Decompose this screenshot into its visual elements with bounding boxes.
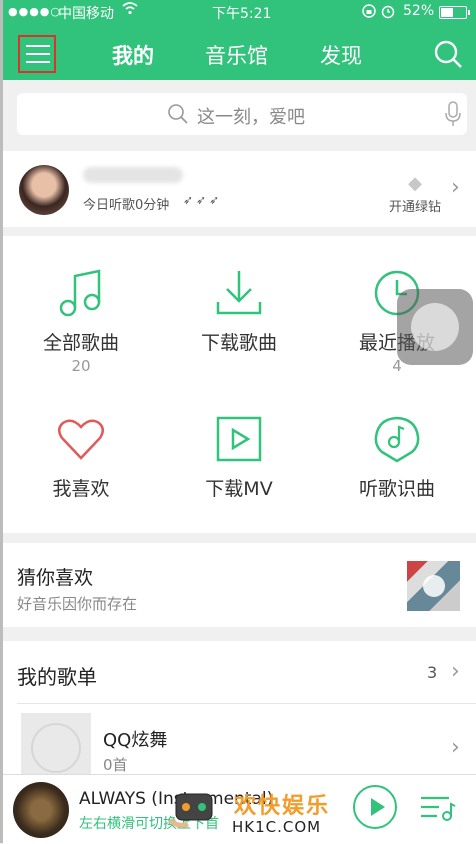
- song-recognition-icon: [372, 416, 422, 468]
- my-playlists-section: 我的歌单 3 › QQ炫舞 0首 ›: [3, 641, 476, 783]
- battery-percent: 52%: [403, 3, 435, 19]
- grid-label: 听歌识曲: [358, 478, 435, 500]
- assistive-touch-button[interactable]: [397, 289, 473, 365]
- tab-discover[interactable]: 发现: [320, 40, 362, 70]
- battery-icon: [439, 6, 470, 19]
- download-icon: [214, 271, 264, 322]
- mv-icon: [214, 416, 264, 468]
- grid-item-song-recognition[interactable]: 听歌识曲: [327, 414, 467, 501]
- level-rockets-icon: ➶➶➶: [183, 193, 223, 207]
- wifi-icon: [122, 1, 138, 19]
- status-bar: ●●●●○ 中国移动 下午5:21 52%: [0, 0, 476, 24]
- carrier-name: 中国移动: [58, 6, 114, 22]
- search-placeholder: 这一刻，爱吧: [197, 107, 305, 128]
- app-header: ●●●●○ 中国移动 下午5:21 52% 我的 音乐馆 发现: [0, 0, 476, 80]
- guess-thumbnail[interactable]: [407, 561, 460, 611]
- playlist-name: QQ炫舞: [103, 730, 168, 751]
- search-bar-container: 这一刻，爱吧: [3, 80, 476, 150]
- avatar[interactable]: [19, 165, 69, 215]
- watermark-url: HK1C.COM: [232, 818, 322, 836]
- grid-label: 全部歌曲: [42, 332, 119, 354]
- today-listen-time: 今日听歌0分钟: [83, 198, 170, 213]
- menu-button[interactable]: [18, 35, 56, 73]
- watermark-logo: [168, 790, 220, 830]
- grid-label: 下载MV: [205, 478, 273, 500]
- watermark-text: 欢快娱乐: [234, 794, 331, 819]
- music-note-icon: [56, 269, 106, 322]
- lock-rotation-icon: [362, 3, 398, 23]
- search-icon: [167, 103, 189, 129]
- search-icon[interactable]: [433, 39, 463, 69]
- grid-label: 下载歌曲: [200, 332, 277, 354]
- grid-count: 20: [71, 357, 91, 375]
- heart-icon: [56, 419, 106, 468]
- guess-title: 猜你喜欢: [17, 567, 94, 589]
- playlist-cover: [21, 713, 91, 783]
- microphone-icon[interactable]: [445, 101, 461, 131]
- guess-subtitle: 好音乐因你而存在: [17, 595, 138, 613]
- now-playing-cover[interactable]: [13, 782, 69, 838]
- playlist-queue-icon[interactable]: [419, 793, 457, 827]
- grid-item-downloaded-mv[interactable]: 下载MV: [169, 414, 309, 501]
- vip-upgrade-button[interactable]: ◆ 开通绿钻: [385, 173, 445, 215]
- profile-card[interactable]: 今日听歌0分钟 ➶➶➶ ◆ 开通绿钻 ›: [3, 151, 476, 227]
- chevron-right-icon[interactable]: ›: [451, 659, 460, 684]
- left-edge-divider: [0, 0, 3, 843]
- diamond-icon: ◆: [408, 173, 422, 194]
- my-music-grid: 全部歌曲 20 下载歌曲 最近播放 4 我喜欢 下载MV 听歌识曲: [3, 236, 476, 533]
- grid-label: 我喜欢: [52, 478, 110, 500]
- playlists-title: 我的歌单: [17, 665, 97, 689]
- playlists-count[interactable]: 3: [427, 663, 437, 682]
- play-button[interactable]: [353, 785, 397, 829]
- divider: [17, 703, 476, 704]
- tab-my[interactable]: 我的: [112, 40, 154, 70]
- signal-strength: ●●●●○: [8, 5, 61, 18]
- tab-music-hall[interactable]: 音乐馆: [205, 40, 268, 70]
- username-blurred: [83, 167, 183, 183]
- status-time: 下午5:21: [212, 6, 272, 22]
- grid-item-all-songs[interactable]: 全部歌曲 20: [11, 268, 151, 375]
- guess-you-like-card[interactable]: 猜你喜欢 好音乐因你而存在: [3, 543, 476, 627]
- search-input[interactable]: 这一刻，爱吧: [17, 93, 467, 135]
- chevron-right-icon: ›: [451, 175, 460, 200]
- grid-item-favorites[interactable]: 我喜欢: [11, 414, 151, 501]
- vip-label: 开通绿钻: [388, 200, 441, 215]
- play-icon: [423, 575, 445, 597]
- playlist-song-count: 0首: [103, 756, 128, 774]
- grid-item-downloaded-songs[interactable]: 下载歌曲: [169, 268, 309, 357]
- chevron-right-icon: ›: [451, 735, 460, 760]
